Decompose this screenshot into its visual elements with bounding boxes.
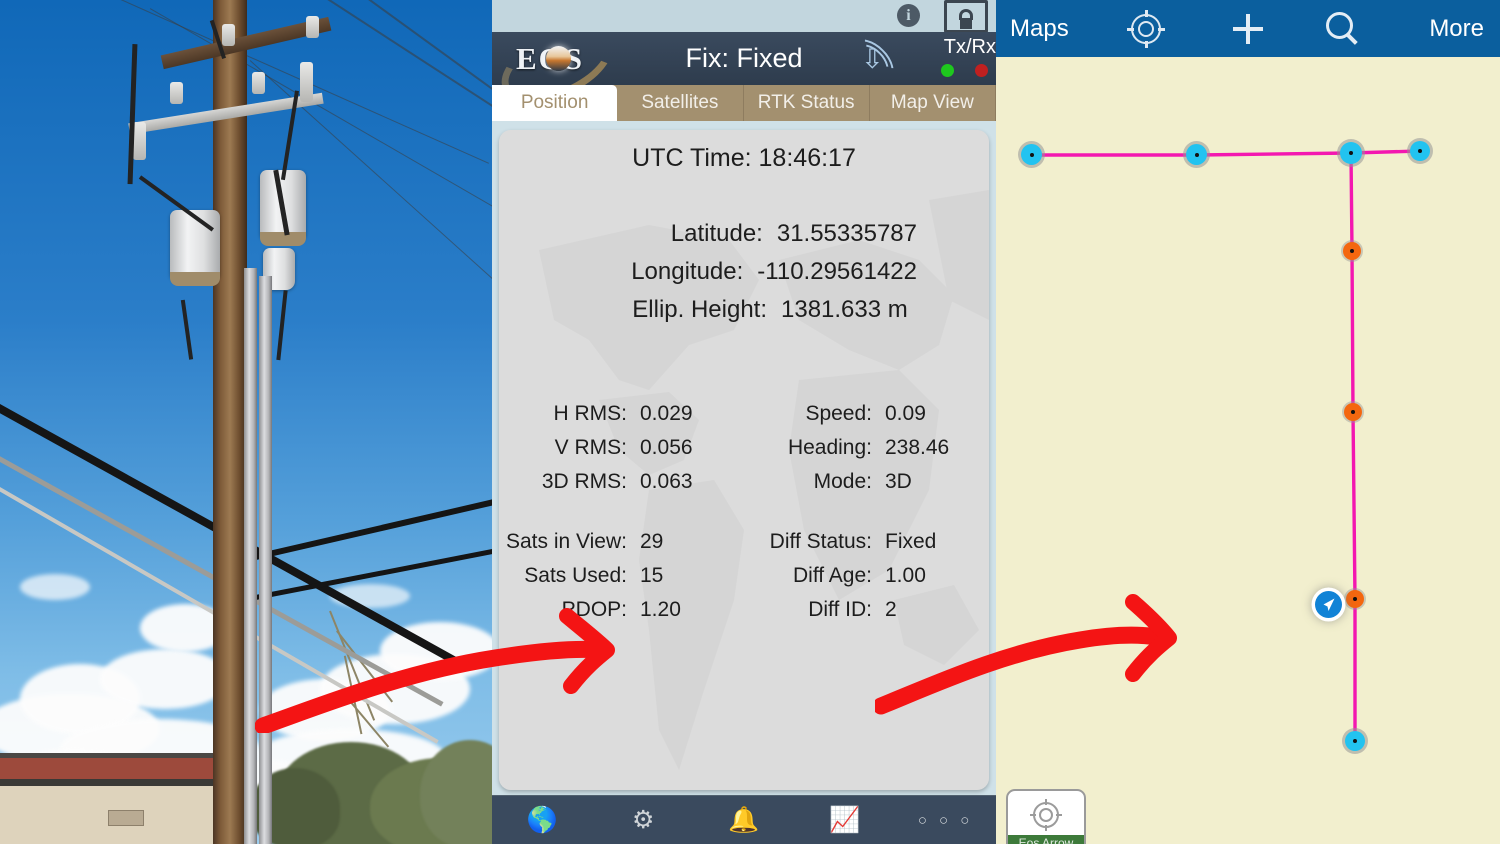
screenshot-root: i EOS Fix: Fixed ⇩ Tx/Rx Position Satell… <box>0 0 1500 844</box>
map-panel: Maps More <box>996 0 1500 844</box>
rx-indicator <box>975 64 988 77</box>
3d-rms-value: 0.063 <box>640 470 693 493</box>
stats-row: Sats in View: 29 Diff Status: Fixed <box>499 530 989 554</box>
map-point-cyan[interactable] <box>1021 144 1042 165</box>
riser-conduit <box>259 276 272 844</box>
ellip-height-label: Ellip. Height: <box>632 296 767 323</box>
stats-row: 3D RMS: 0.063 Mode: 3D <box>499 470 989 494</box>
ellip-height-value: 1381.633 m <box>781 296 908 323</box>
eos-tools-app-panel: i EOS Fix: Fixed ⇩ Tx/Rx Position Satell… <box>492 0 996 844</box>
location-arrow-icon <box>1315 591 1342 618</box>
fix-status-title: Fix: Fixed <box>685 43 803 73</box>
building-roof <box>0 753 226 780</box>
info-icon[interactable]: i <box>897 4 920 27</box>
mode-label: Mode: <box>813 470 872 493</box>
globe-location-icon[interactable]: 🌎 <box>492 807 593 833</box>
h-rms-label: H RMS: <box>553 402 628 425</box>
position-info-card: UTC Time: 18:46:17 Latitude: 31.55335787… <box>499 130 989 790</box>
signal-chart-icon[interactable]: 📈 <box>794 807 895 833</box>
heading-value: 238.46 <box>885 436 950 459</box>
utc-time: UTC Time: 18:46:17 <box>632 144 856 172</box>
map-point-cyan[interactable] <box>1345 731 1365 751</box>
building-window <box>108 810 144 826</box>
map-point-orange[interactable] <box>1346 590 1364 608</box>
h-rms-value: 0.029 <box>640 402 693 425</box>
stats-group-accuracy: H RMS: 0.029 Speed: 0.09 V RMS: 0.056 Headi… <box>499 402 989 504</box>
diff-age-value: 1.00 <box>885 564 926 587</box>
tab-satellites[interactable]: Satellites <box>617 85 744 121</box>
more-dots-icon[interactable]: ○ ○ ○ <box>895 813 996 828</box>
stats-row: Sats Used: 15 Diff Age: 1.00 <box>499 564 989 588</box>
stats-row: H RMS: 0.029 Speed: 0.09 <box>499 402 989 426</box>
service-drop <box>127 44 138 185</box>
gears-icon[interactable]: ⚙ <box>593 807 694 833</box>
pdop-value: 1.20 <box>640 598 681 621</box>
diff-id-label: Diff ID: <box>808 598 872 621</box>
riser-conduit <box>244 268 257 844</box>
app-nav-bar: EOS Fix: Fixed ⇩ Tx/Rx <box>492 12 996 118</box>
tab-position[interactable]: Position <box>492 85 618 121</box>
latitude-value: 31.55335787 <box>776 220 917 247</box>
service-drop <box>180 299 194 360</box>
tab-map-view[interactable]: Map View <box>869 85 996 121</box>
map-point-cyan[interactable] <box>1186 144 1207 165</box>
app-tab-bar: Position Satellites RTK Status Map View <box>492 85 996 121</box>
txrx-label: Tx/Rx <box>943 36 996 58</box>
tab-rtk-status[interactable]: RTK Status <box>743 85 870 121</box>
building-eave <box>0 779 226 786</box>
service-drop <box>276 290 288 361</box>
eos-arrow-widget[interactable]: Eos Arrow <box>1006 789 1086 844</box>
transformer-right-base <box>260 232 306 246</box>
speed-label: Speed: <box>805 402 872 425</box>
eos-arrow-widget-label: Eos Arrow <box>1008 835 1084 844</box>
tx-indicator <box>941 64 954 77</box>
stats-row: PDOP: 1.20 Diff ID: 2 <box>499 598 989 622</box>
insulator <box>222 24 235 46</box>
overhead-wire <box>329 0 492 166</box>
map-point-orange[interactable] <box>1343 242 1361 260</box>
gps-target-icon <box>1030 799 1062 831</box>
sats-in-view-label: Sats in View: <box>505 530 627 553</box>
pdop-label: PDOP: <box>561 598 627 621</box>
sats-used-label: Sats Used: <box>524 564 627 587</box>
bluetooth-icon[interactable]: ⇩ <box>842 31 902 91</box>
stats-group-satellites: Sats in View: 29 Diff Status: Fixed Sats U… <box>499 530 989 632</box>
feature-polyline <box>1032 149 1421 741</box>
ios-status-bar: i <box>492 0 996 33</box>
3d-rms-label: 3D RMS: <box>541 470 627 493</box>
diff-status-label: Diff Status: <box>769 530 872 553</box>
longitude-value: -110.29561422 <box>757 258 917 285</box>
utility-pole <box>213 0 247 844</box>
lock-icon[interactable] <box>944 0 988 33</box>
v-rms-label: V RMS: <box>554 436 627 459</box>
stats-row: V RMS: 0.056 Heading: 238.46 <box>499 436 989 460</box>
sats-used-value: 15 <box>640 564 664 587</box>
app-bottom-toolbar: 🌎 ⚙ 🔔 📈 ○ ○ ○ <box>492 795 996 844</box>
field-photo <box>0 0 492 844</box>
insulator <box>252 72 265 94</box>
sats-in-view-value: 29 <box>640 530 664 553</box>
diff-id-value: 2 <box>885 598 897 621</box>
mode-value: 3D <box>885 470 912 493</box>
v-rms-value: 0.056 <box>640 436 693 459</box>
transformer-left-base <box>170 272 220 286</box>
latitude-label: Latitude: <box>670 220 763 247</box>
diff-age-label: Diff Age: <box>793 564 872 587</box>
insulator <box>133 122 146 160</box>
insulator <box>306 16 319 38</box>
speed-value: 0.09 <box>885 402 926 425</box>
longitude-label: Longitude: <box>631 258 744 285</box>
map-point-cyan[interactable] <box>1410 141 1430 161</box>
bell-icon[interactable]: 🔔 <box>694 807 795 833</box>
map-point-cyan[interactable] <box>1340 142 1362 164</box>
diff-status-value: Fixed <box>885 530 937 553</box>
map-point-orange[interactable] <box>1344 403 1362 421</box>
insulator <box>300 62 313 102</box>
heading-label: Heading: <box>787 436 872 459</box>
insulator <box>170 82 183 104</box>
